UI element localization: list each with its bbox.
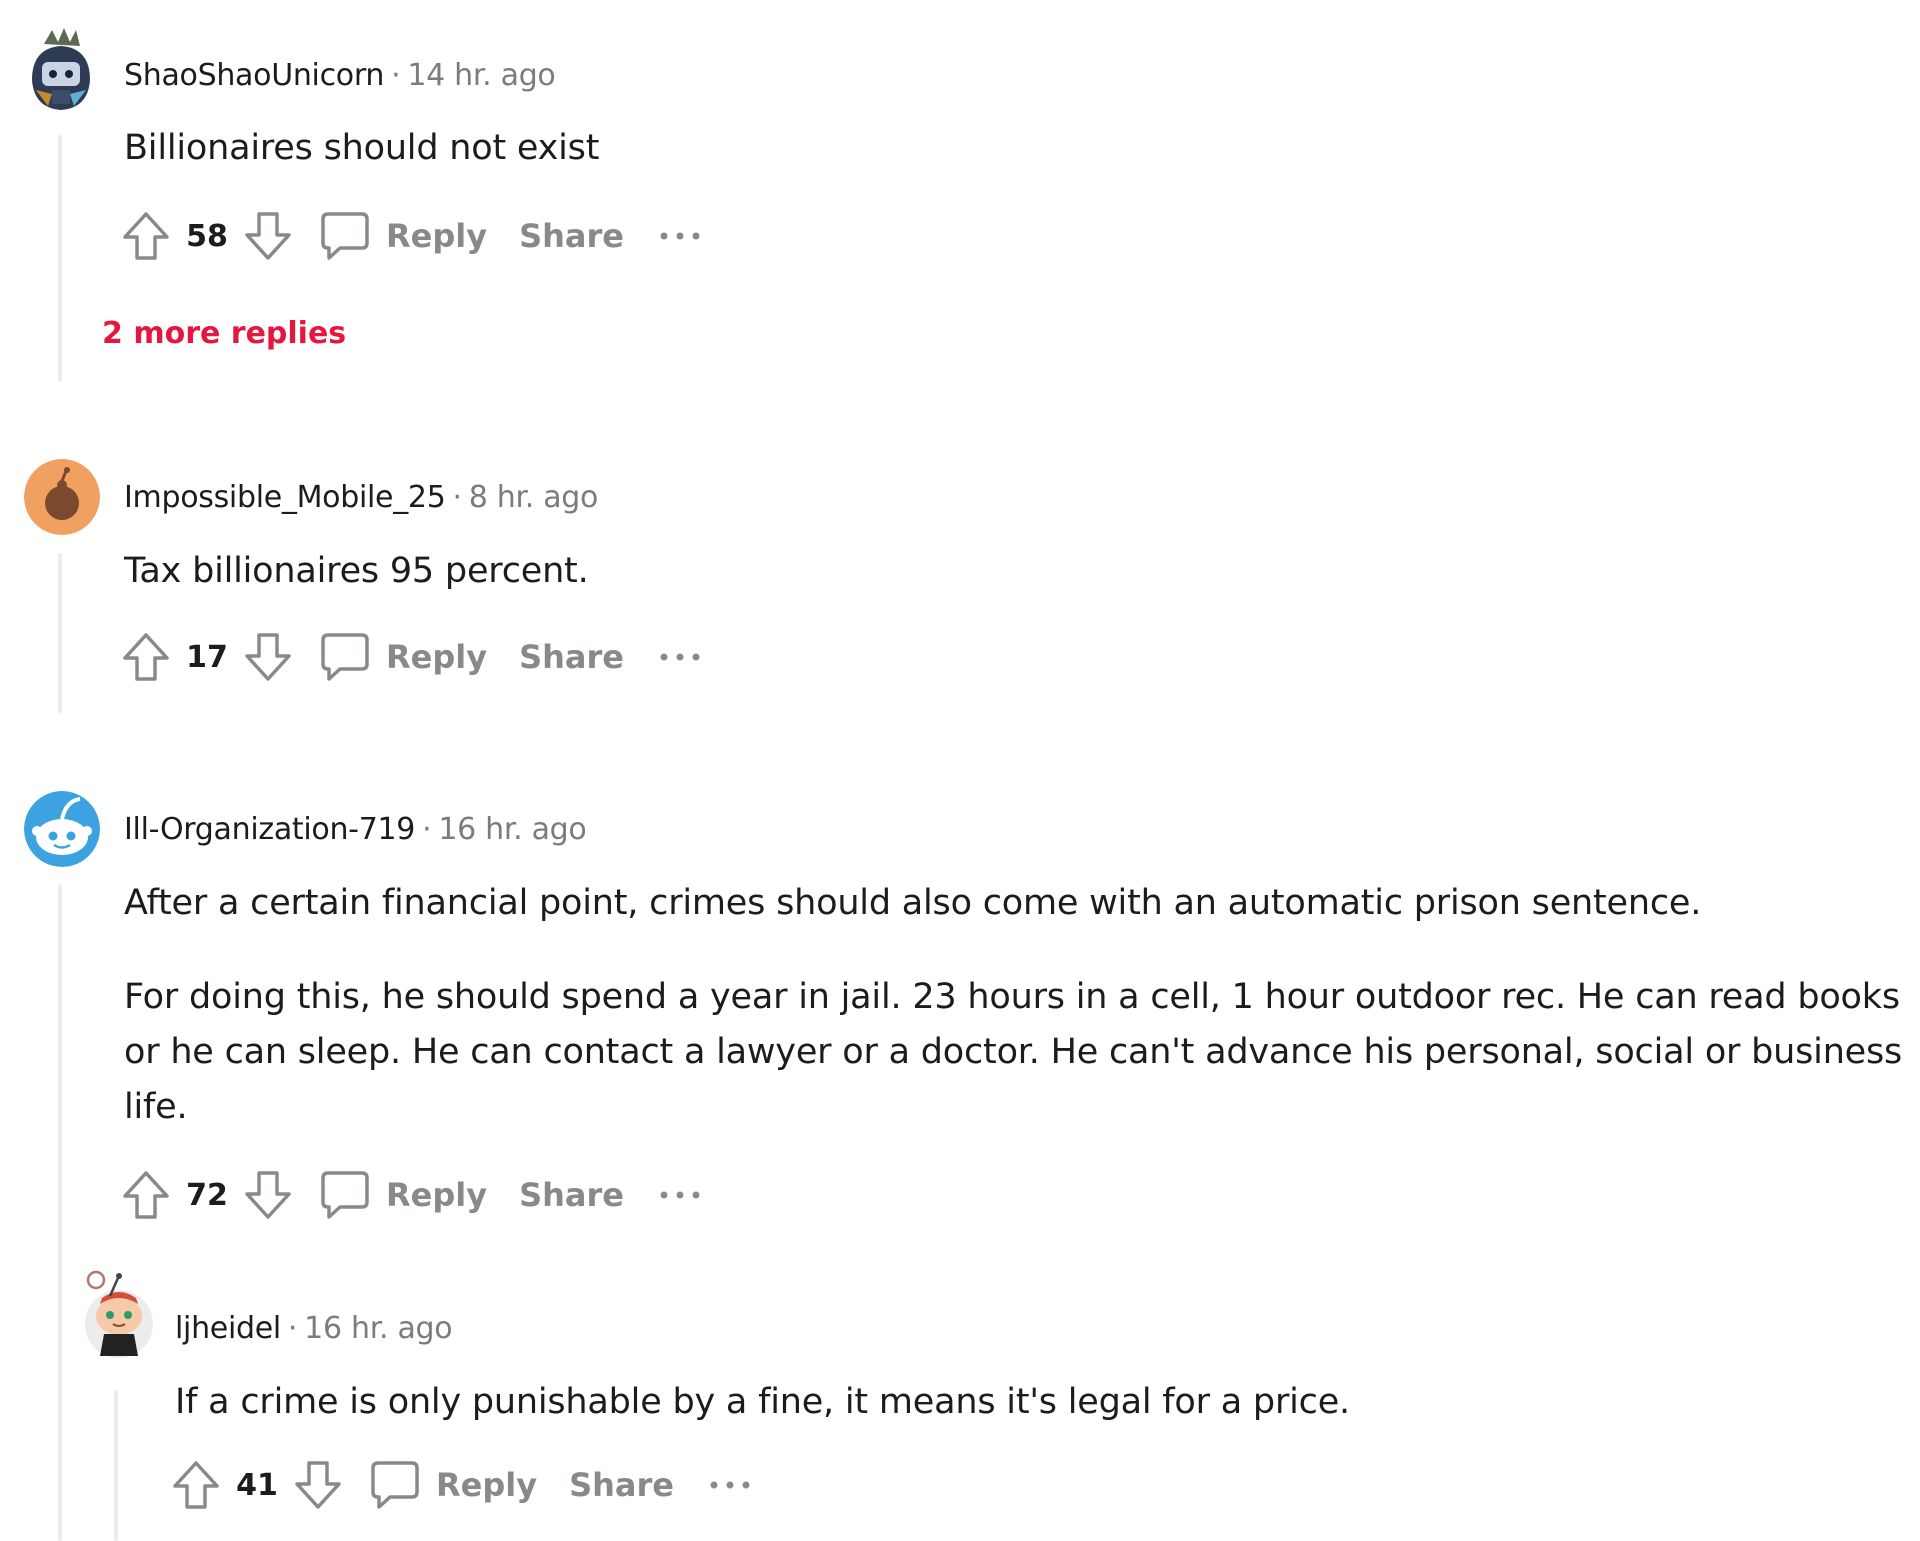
comment-meta: Impossible_Mobile_25 · 8 hr. ago bbox=[124, 480, 598, 515]
reply-button[interactable]: Reply bbox=[320, 210, 487, 262]
thread-line[interactable] bbox=[58, 553, 62, 713]
arrow-up-icon bbox=[123, 633, 169, 681]
comment-paragraph: Billionaires should not exist bbox=[124, 128, 600, 168]
ellipsis-icon bbox=[660, 653, 700, 661]
downvote-button[interactable] bbox=[292, 1457, 344, 1513]
separator-dot: · bbox=[422, 812, 432, 847]
comment-paragraph: After a certain financial point, crimes … bbox=[124, 883, 1702, 923]
arrow-down-icon bbox=[245, 1171, 291, 1219]
ellipsis-icon bbox=[710, 1481, 750, 1489]
comment-paragraph: For doing this, he should spend a year i… bbox=[124, 977, 1903, 1127]
upvote-button[interactable] bbox=[120, 208, 172, 264]
reply-label: Reply bbox=[386, 638, 488, 676]
reply-button[interactable]: Reply bbox=[370, 1459, 537, 1511]
comment-meta: ljheidel · 16 hr. ago bbox=[175, 1311, 453, 1346]
comment-paragraph: Tax billionaires 95 percent. bbox=[124, 551, 589, 591]
more-options-button[interactable] bbox=[658, 230, 702, 242]
avatar[interactable] bbox=[22, 24, 100, 112]
vote-score: 58 bbox=[186, 218, 228, 254]
comment-meta: Ill-Organization-719 · 16 hr. ago bbox=[124, 812, 587, 847]
avatar[interactable] bbox=[24, 791, 100, 867]
more-options-button[interactable] bbox=[658, 1189, 702, 1201]
comment-paragraph: If a crime is only punishable by a fine,… bbox=[175, 1382, 1350, 1422]
arrow-down-icon bbox=[245, 212, 291, 260]
downvote-button[interactable] bbox=[242, 208, 294, 264]
comment-body: If a crime is only punishable by a fine,… bbox=[175, 1375, 1350, 1430]
upvote-button[interactable] bbox=[120, 1167, 172, 1223]
author-name[interactable]: Impossible_Mobile_25 bbox=[124, 480, 446, 515]
timestamp[interactable]: 14 hr. ago bbox=[407, 58, 555, 93]
reply-button[interactable]: Reply bbox=[320, 1169, 487, 1221]
comment-actions: 17 Reply Share bbox=[120, 627, 702, 687]
author-name[interactable]: Ill-Organization-719 bbox=[124, 812, 415, 847]
upvote-button[interactable] bbox=[120, 629, 172, 685]
separator-dot: · bbox=[391, 58, 401, 93]
share-button[interactable]: Share bbox=[519, 217, 624, 255]
separator-dot: · bbox=[287, 1311, 298, 1346]
timestamp[interactable]: 8 hr. ago bbox=[469, 480, 599, 515]
reply-label: Reply bbox=[386, 1176, 488, 1214]
arrow-up-icon bbox=[173, 1461, 219, 1509]
arrow-up-icon bbox=[123, 212, 169, 260]
avatar[interactable] bbox=[80, 1266, 158, 1364]
reply-button[interactable]: Reply bbox=[320, 631, 487, 683]
share-button[interactable]: Share bbox=[569, 1466, 674, 1504]
author-name[interactable]: ShaoShaoUnicorn bbox=[124, 58, 384, 93]
comment-actions: 41 Reply Share bbox=[170, 1455, 752, 1515]
vote-score: 41 bbox=[236, 1467, 278, 1503]
reply-label: Reply bbox=[436, 1466, 538, 1504]
ellipsis-icon bbox=[660, 1191, 700, 1199]
comment-actions: 58 Reply Share bbox=[120, 206, 702, 266]
comment-meta: ShaoShaoUnicorn · 14 hr. ago bbox=[124, 58, 556, 93]
downvote-button[interactable] bbox=[242, 629, 294, 685]
arrow-down-icon bbox=[295, 1461, 341, 1509]
avatar[interactable] bbox=[24, 459, 100, 535]
vote-score: 17 bbox=[186, 639, 228, 675]
ellipsis-icon bbox=[660, 232, 700, 240]
author-name[interactable]: ljheidel bbox=[175, 1311, 281, 1346]
timestamp[interactable]: 16 hr. ago bbox=[438, 812, 586, 847]
thread-line[interactable] bbox=[58, 135, 62, 382]
upvote-button[interactable] bbox=[170, 1457, 222, 1513]
comment-body: Tax billionaires 95 percent. bbox=[124, 544, 589, 599]
speech-bubble-icon bbox=[321, 633, 369, 681]
comment-body: Billionaires should not exist bbox=[124, 121, 599, 176]
comment-body: After a certain financial point, crimes … bbox=[124, 876, 1914, 1135]
thread-line[interactable] bbox=[58, 884, 62, 1541]
separator-dot: · bbox=[452, 480, 462, 515]
reply-label: Reply bbox=[386, 217, 488, 255]
arrow-up-icon bbox=[123, 1171, 169, 1219]
speech-bubble-icon bbox=[321, 212, 369, 260]
more-options-button[interactable] bbox=[658, 651, 702, 663]
speech-bubble-icon bbox=[371, 1461, 419, 1509]
more-options-button[interactable] bbox=[708, 1479, 752, 1491]
speech-bubble-icon bbox=[321, 1171, 369, 1219]
arrow-down-icon bbox=[245, 633, 291, 681]
share-button[interactable]: Share bbox=[519, 638, 624, 676]
timestamp[interactable]: 16 hr. ago bbox=[304, 1311, 452, 1346]
share-button[interactable]: Share bbox=[519, 1176, 624, 1214]
vote-score: 72 bbox=[186, 1177, 228, 1213]
comment-actions: 72 Reply Share bbox=[120, 1165, 702, 1225]
downvote-button[interactable] bbox=[242, 1167, 294, 1223]
thread-line[interactable] bbox=[114, 1390, 118, 1541]
more-replies-link[interactable]: 2 more replies bbox=[102, 316, 346, 351]
